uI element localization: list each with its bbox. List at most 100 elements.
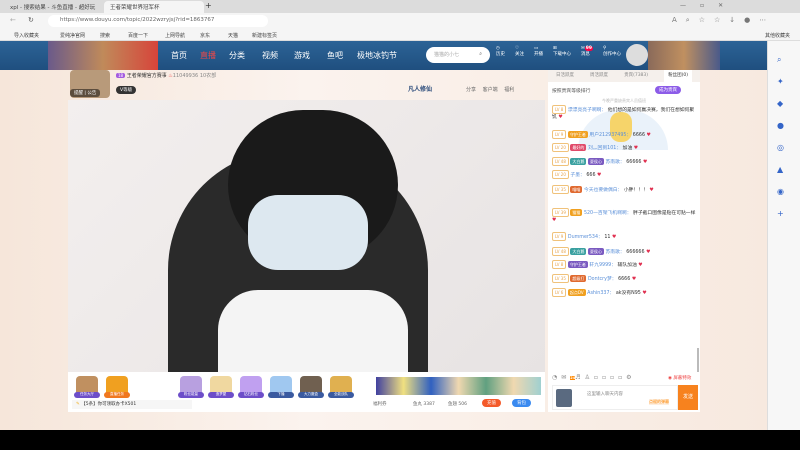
user-level: LV 9 [552,232,567,241]
download-button[interactable]: ⊞ 下载中心 [553,46,571,57]
bookmark[interactable]: 新建标签页 [252,32,277,39]
username[interactable]: Dummer534： [568,235,603,240]
chat-message: LV 48 大白鹅 夏侯心 苏南歌： 666666 ♥ [552,247,697,256]
fan-badge: 大白鹅 [570,158,587,165]
room-name[interactable]: 王者荣耀官方赛事 [127,73,167,79]
bookmark[interactable]: 导入收藏夹 [14,32,39,39]
username[interactable]: 520一百架飞机啊啊： [584,211,632,216]
client-button[interactable]: 客户端 [483,87,498,93]
fan-badge: 守护王者 [567,131,588,138]
barrage-style-button[interactable]: 点缀的弹幕 [649,399,669,405]
username[interactable]: 今天也要做偶白： [584,188,622,193]
nav-games[interactable]: 游戏 [294,50,310,61]
heart-gift-icon: ♥ [643,160,648,165]
bookmark[interactable]: 百度一下 [128,32,148,39]
tab-active[interactable]: 王者荣耀世界冠军杯 [104,1,204,13]
refresh-icon[interactable]: ↻ [28,16,34,24]
messages-button[interactable]: ✉99 消息 [581,46,593,57]
nav-fishing-festival[interactable]: 极地冰钓节 [357,50,397,61]
chat-scrollbar[interactable] [697,348,699,372]
tab-fans[interactable]: 粉丝团(0) [664,70,692,82]
start-stream-button[interactable]: ▭ 开播 [534,46,543,57]
creator-center-button[interactable]: ⚲ 创作中心 [603,46,621,57]
user-level: LV 8 [552,105,567,114]
username[interactable]: 用户212937495： [589,133,631,138]
other-bookmarks[interactable]: 其他收藏夹 [765,32,790,39]
gift-fan-energy[interactable]: 粉丝能量 [178,376,204,398]
chat-message: LV 6 起点DV Ashin337： ak没有N95 ♥ [552,288,697,297]
bookmark[interactable]: 天猫 [228,32,238,39]
follow-button[interactable]: ♡ 关注 [515,46,524,57]
username[interactable]: 刘灬回到101： [588,146,621,151]
tab-bar: xpl - 搜索结果 - 斗鱼直播 - 超好玩 王者荣耀世界冠军杯 + —▫✕ [0,0,800,13]
username[interactable]: 苏南歌： [605,160,624,165]
share-button[interactable]: 分享 [466,87,476,93]
username[interactable]: 漂漂亮亮子啊啊： [568,108,606,113]
bookmark[interactable]: 京东 [200,32,210,39]
nav-home[interactable]: 首页 [171,50,187,61]
search-icon[interactable]: ⌕ [479,51,482,57]
back-icon[interactable]: ← [10,16,16,24]
user-level: LV 8 [552,260,567,269]
sidebar-icons[interactable]: ⌕ ✦ ◆ ● ◎ ▲ ◉ + [768,41,800,225]
welfare-button[interactable]: 福利 [504,87,514,93]
tab-weekly[interactable]: 周活跃度 [590,70,608,82]
room-info: 18 王者荣耀官方赛事 ♨11049936 10农部 [116,73,217,79]
search-placeholder: 猫猫的小七 [434,52,460,58]
notice-bar[interactable]: ✎ 【5条】你可领取办卡X501 [72,400,192,409]
video-player[interactable] [68,100,545,372]
chat-input-box[interactable]: 这里输入聊天内容 点缀的弹幕 [552,385,678,410]
username[interactable]: Dontcry梦： [588,277,617,282]
backpack-button[interactable]: 背包 [512,399,531,407]
chat-message: LV 48 大白鹅 夏侯心 苏南歌： 66666 ♥ [552,157,697,166]
browser-toolbar-icons[interactable]: A⌕☆☆↓●⋯ [672,16,775,25]
tab-daily[interactable]: 日活跃度 [556,70,574,82]
gift-diamond-fan[interactable]: 钻石粉丝 [238,376,264,398]
gift-downcast[interactable]: 下播 [268,376,294,398]
nav-yuba[interactable]: 鱼吧 [327,50,343,61]
video-person-shirt [218,290,408,372]
url-input[interactable]: https://www.douyu.com/topic/2022wzryjsj?… [48,15,268,27]
chat-input[interactable]: 这里输入聊天内容 [587,391,623,397]
username[interactable]: 苏南歌： [605,250,624,255]
become-vip-button[interactable]: 成为贵宾 [655,86,681,94]
history-button[interactable]: ◷ 历史 [496,46,505,57]
bookmarks-bar: 导入收藏夹 爱纯净官网 搜索 百度一下 上网导航 京东 天猫 新建标签页 其他收… [0,30,800,41]
nav-live[interactable]: 直播 [200,50,216,61]
chat-toolbar[interactable]: ◔✉24♬♙▫▫▫▫⚙ [552,374,636,381]
nav-video[interactable]: 视频 [262,50,278,61]
v-level-tag[interactable]: V等级 [116,86,137,94]
remind-button[interactable]: 提醒 | 公告 [70,89,101,97]
username[interactable]: Ashin337： [587,291,614,296]
gift-magic-box[interactable]: 大力魔盒 [298,376,324,398]
message-text: 6666 [618,277,631,282]
heart-gift-icon: ♥ [642,291,647,296]
username[interactable]: 子墨： [570,173,584,178]
bookmark[interactable]: 搜索 [100,32,110,39]
fan-badge: 大白鹅 [570,248,587,255]
gift-dream-house[interactable]: 造梦屋 [208,376,234,398]
gift-all-round[interactable]: 全能战队 [328,376,354,398]
gift-task-hall[interactable]: 任务大厅 [74,376,100,398]
user-avatar[interactable] [626,44,648,66]
douyu-logo-banner[interactable] [48,41,158,70]
address-bar-row: ← ↻ https://www.douyu.com/topic/2022wzry… [0,13,800,30]
nav-banner-art [648,41,720,70]
search-input[interactable]: 猫猫的小七 ⌕ [426,47,490,63]
bookmark[interactable]: 爱纯净官网 [60,32,85,39]
tab-search[interactable]: xpl - 搜索结果 - 斗鱼直播 - 超好玩 [4,1,104,13]
message-text: 小胖！！！ [623,188,648,193]
gift-live-task[interactable]: 直播任务 [104,376,130,398]
tab-vip[interactable]: 贵宾(7383) [624,70,648,82]
gift-items-row[interactable] [376,377,541,395]
welfare-coupon[interactable]: 福利券 [373,401,387,407]
window-controls[interactable]: —▫✕ [680,2,737,9]
new-tab-icon[interactable]: + [205,1,212,10]
bookmark[interactable]: 上网导航 [165,32,185,39]
username[interactable]: 轩九9999： [589,263,616,268]
send-button[interactable]: 发送 [678,385,698,410]
recharge-button[interactable]: 充值 [482,399,501,407]
nav-category[interactable]: 分类 [229,50,245,61]
heart-gift-icon: ♥ [649,188,654,193]
shield-effects-toggle[interactable]: ◉ 屏蔽特效 [668,375,691,381]
